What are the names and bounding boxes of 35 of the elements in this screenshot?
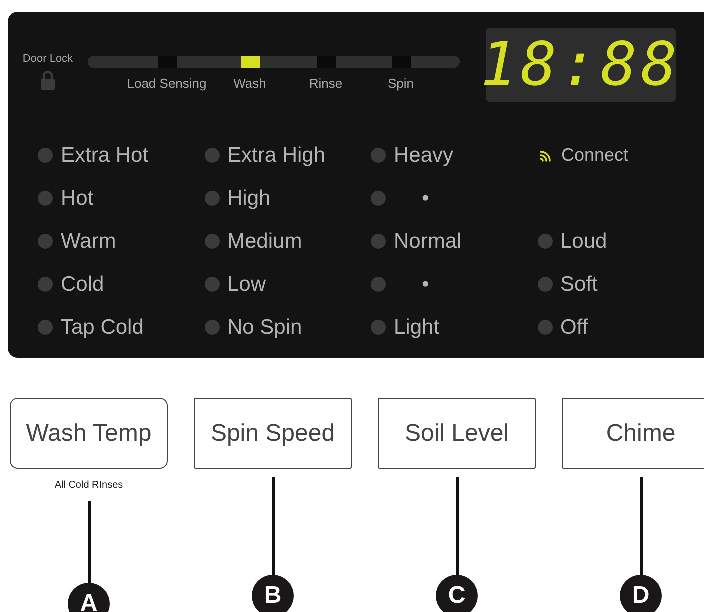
callout-badge: A bbox=[68, 583, 110, 612]
option-label: High bbox=[228, 186, 271, 212]
option-label: • bbox=[421, 186, 430, 212]
option-label: Light bbox=[394, 314, 440, 341]
stage-label: Rinse bbox=[309, 75, 343, 93]
callout-badge: B bbox=[252, 575, 294, 612]
lock-icon bbox=[40, 70, 56, 90]
time-readout: 18:88 bbox=[480, 35, 682, 95]
option-label: Loud bbox=[560, 228, 608, 255]
button-caption: All Cold RInses bbox=[54, 479, 124, 493]
stage-label: Wash bbox=[234, 75, 266, 93]
option-label: Medium bbox=[228, 228, 302, 255]
option-label: Heavy bbox=[394, 142, 454, 169]
option-label: Soft bbox=[560, 272, 598, 298]
option-label: Hot bbox=[61, 186, 94, 212]
option-label: Extra Hot bbox=[61, 142, 149, 169]
callout-badge: C bbox=[436, 575, 478, 612]
panel-button[interactable]: Chime bbox=[562, 398, 704, 469]
option-label: • bbox=[421, 272, 430, 298]
option-label: Normal bbox=[394, 228, 462, 255]
callout-badge: D bbox=[620, 575, 662, 612]
panel-button[interactable]: Spin Speed bbox=[194, 398, 352, 469]
connect-label: Connect bbox=[562, 144, 629, 167]
door-lock-label: Door Lock bbox=[22, 52, 74, 67]
option-label: No Spin bbox=[228, 314, 302, 341]
option-label: Tap Cold bbox=[61, 314, 144, 341]
panel-button[interactable]: Wash Temp bbox=[10, 398, 168, 469]
option-label: Warm bbox=[61, 228, 116, 255]
option-label: Extra High bbox=[228, 142, 326, 169]
option-label: Low bbox=[228, 272, 266, 298]
option-label: Off bbox=[560, 314, 588, 341]
option-label: Cold bbox=[61, 272, 104, 298]
panel-button[interactable]: Soil Level bbox=[378, 398, 536, 469]
stage-label: Spin bbox=[388, 75, 414, 93]
stage-label: Load Sensing bbox=[127, 75, 207, 93]
